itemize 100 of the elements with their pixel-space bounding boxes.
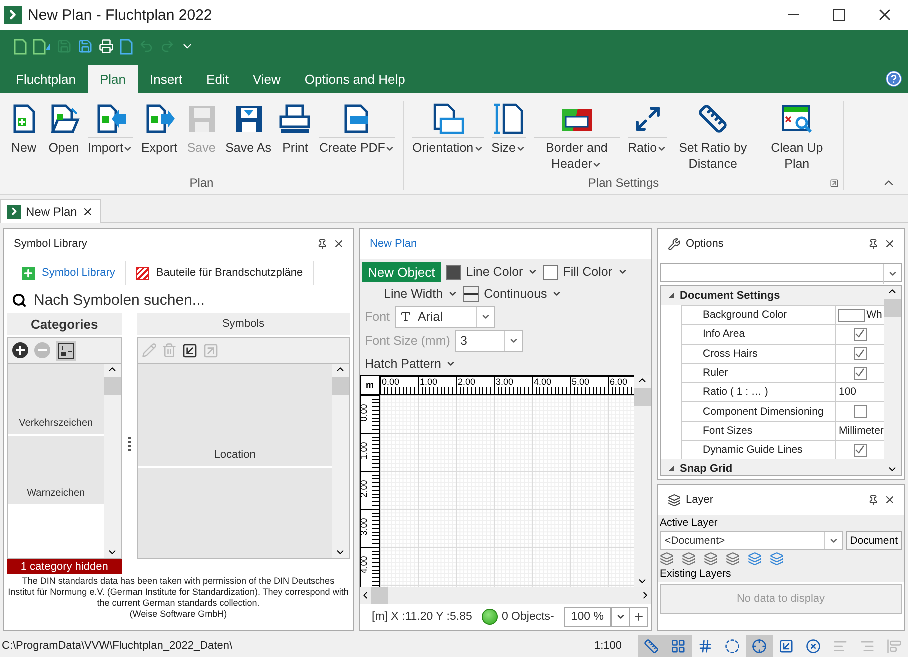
scroll-thumb[interactable] (884, 299, 901, 317)
ribbon-button[interactable]: New (4, 101, 44, 176)
ribbon-button[interactable]: Export (137, 101, 182, 176)
horizontal-ruler: 0.00 1.00 2.00 3.00 4.00 5.00 6.00 (380, 375, 634, 395)
layer-down-icon[interactable] (770, 552, 784, 566)
help-icon[interactable] (886, 71, 902, 87)
ruler-icon (644, 638, 659, 654)
line-style-label[interactable]: Continuous (484, 287, 548, 301)
printer-icon[interactable] (99, 39, 114, 54)
scroll-thumb[interactable] (332, 377, 349, 395)
ribbon-button[interactable]: Create PDF (315, 101, 400, 176)
ribbon-tab[interactable]: Fluchtplan (4, 65, 88, 93)
status-tool-button[interactable] (665, 635, 692, 657)
line-color-swatch[interactable] (446, 264, 462, 280)
property-value[interactable]: Wh (866, 309, 882, 322)
hatch-icon (136, 266, 150, 280)
ribbon-button[interactable]: Import (84, 101, 138, 176)
line-style-icon (463, 286, 480, 302)
file-path: C:\ProgramData\VVW\Fluchtplan_2022_Daten\ (1, 640, 234, 652)
library-tab[interactable]: Symbol Library (12, 261, 126, 285)
ribbon-button[interactable]: Save As (222, 101, 276, 176)
scrollbar[interactable] (360, 587, 651, 604)
ribbon-button[interactable]: Clean Up Plan (755, 101, 840, 176)
property-value[interactable]: 100 (836, 386, 857, 398)
add-icon[interactable] (12, 342, 29, 359)
field-label: Existing Layers (659, 568, 732, 580)
close-icon[interactable] (333, 238, 345, 250)
section-header[interactable]: Snap Grid (661, 459, 884, 475)
status-tool-button[interactable] (746, 635, 773, 657)
scrollbar[interactable] (884, 286, 901, 475)
ribbon-button[interactable]: Set Ratio by Distance (671, 101, 756, 176)
symbol-tile[interactable] (138, 468, 332, 558)
dialog-launcher-icon[interactable] (830, 179, 840, 188)
splitter-grip[interactable] (128, 436, 132, 450)
close-icon[interactable] (884, 238, 896, 250)
ribbon-button[interactable]: Orientation (408, 101, 488, 176)
add-layer-icon[interactable] (660, 552, 674, 566)
remove-layer-icon[interactable] (682, 552, 696, 566)
layer-up-icon[interactable] (748, 552, 762, 566)
ribbon-button[interactable]: Open (44, 101, 84, 176)
document-tab[interactable]: New Plan (0, 199, 102, 223)
caret-icon[interactable] (448, 289, 458, 299)
ribbon-button[interactable]: Size (488, 101, 530, 176)
document-button[interactable]: Document (846, 531, 902, 550)
symbol-item[interactable]: Location (138, 364, 332, 466)
scroll-thumb[interactable] (371, 587, 388, 604)
scroll-thumb[interactable] (104, 377, 122, 395)
fill-color-label[interactable]: Fill Color (563, 265, 612, 279)
property-label: Info Area (682, 325, 836, 344)
empty-message: No data to display (660, 584, 902, 614)
color-swatch[interactable] (838, 308, 865, 322)
line-width-label[interactable]: Line Width (384, 287, 444, 301)
hatch-pattern-label[interactable]: Hatch Pattern (365, 357, 442, 371)
select-layer-icon[interactable] (726, 552, 740, 566)
hidden-notice: 1 category hidden (7, 559, 122, 574)
category-item[interactable]: Warnzeichen (8, 436, 104, 504)
active-layer-combo[interactable]: <Document> (660, 531, 844, 550)
ribbon-tab[interactable]: View (240, 65, 293, 93)
caret-icon[interactable] (618, 267, 628, 277)
property-checkbox[interactable] (854, 347, 866, 360)
ribbon-tab[interactable]: Options and Help (292, 65, 418, 93)
snap-grid-icon (698, 638, 713, 654)
close-icon[interactable] (884, 494, 896, 506)
fill-color-swatch[interactable] (543, 264, 558, 280)
caret-icon[interactable] (446, 359, 456, 369)
search-field[interactable]: Nach Symbolen suchen... (32, 290, 345, 310)
scrollbar[interactable] (332, 364, 349, 558)
ribbon-tab[interactable]: Insert (138, 65, 195, 93)
group-label: Plan (190, 176, 214, 190)
property-checkbox[interactable] (854, 444, 866, 457)
property-checkbox[interactable] (854, 405, 866, 418)
scrollbar[interactable] (104, 364, 122, 558)
library-tab[interactable]: Bauteile für Brandschutzpläne (126, 261, 314, 285)
caret-icon[interactable] (552, 289, 562, 299)
ribbon-tab[interactable]: Edit (194, 65, 241, 93)
minimize-icon (788, 14, 798, 16)
window-title: New Plan - Fluchtplan 2022 (28, 6, 214, 24)
new-file-icon[interactable] (14, 38, 27, 54)
ruler-icon (698, 104, 728, 134)
property-value[interactable]: Millimeter (836, 424, 884, 437)
ribbon-button[interactable]: Ratio (624, 101, 672, 176)
status-tool-button[interactable] (638, 635, 665, 657)
scroll-thumb[interactable] (634, 388, 651, 406)
pin-icon[interactable] (868, 238, 879, 250)
category-item[interactable]: Verkehrszeichen (8, 364, 104, 434)
edit-layer-icon[interactable] (704, 552, 718, 566)
close-tab-icon[interactable] (82, 206, 94, 218)
property-checkbox[interactable] (854, 328, 866, 341)
ribbon-button[interactable]: Print (275, 101, 316, 176)
caret-icon[interactable] (528, 267, 538, 277)
property-checkbox[interactable] (854, 366, 866, 380)
pin-icon[interactable] (317, 238, 328, 250)
ribbon-button[interactable]: Border and Header (530, 101, 624, 176)
pin-icon[interactable] (868, 494, 879, 506)
import-icon[interactable] (182, 342, 198, 358)
ribbon-tab[interactable]: Plan (88, 65, 138, 93)
new-object-button[interactable]: New Object (362, 262, 442, 282)
line-color-label[interactable]: Line Color (466, 265, 524, 279)
sort-icon[interactable] (56, 340, 76, 360)
section-header[interactable]: Document Settings (661, 286, 884, 305)
